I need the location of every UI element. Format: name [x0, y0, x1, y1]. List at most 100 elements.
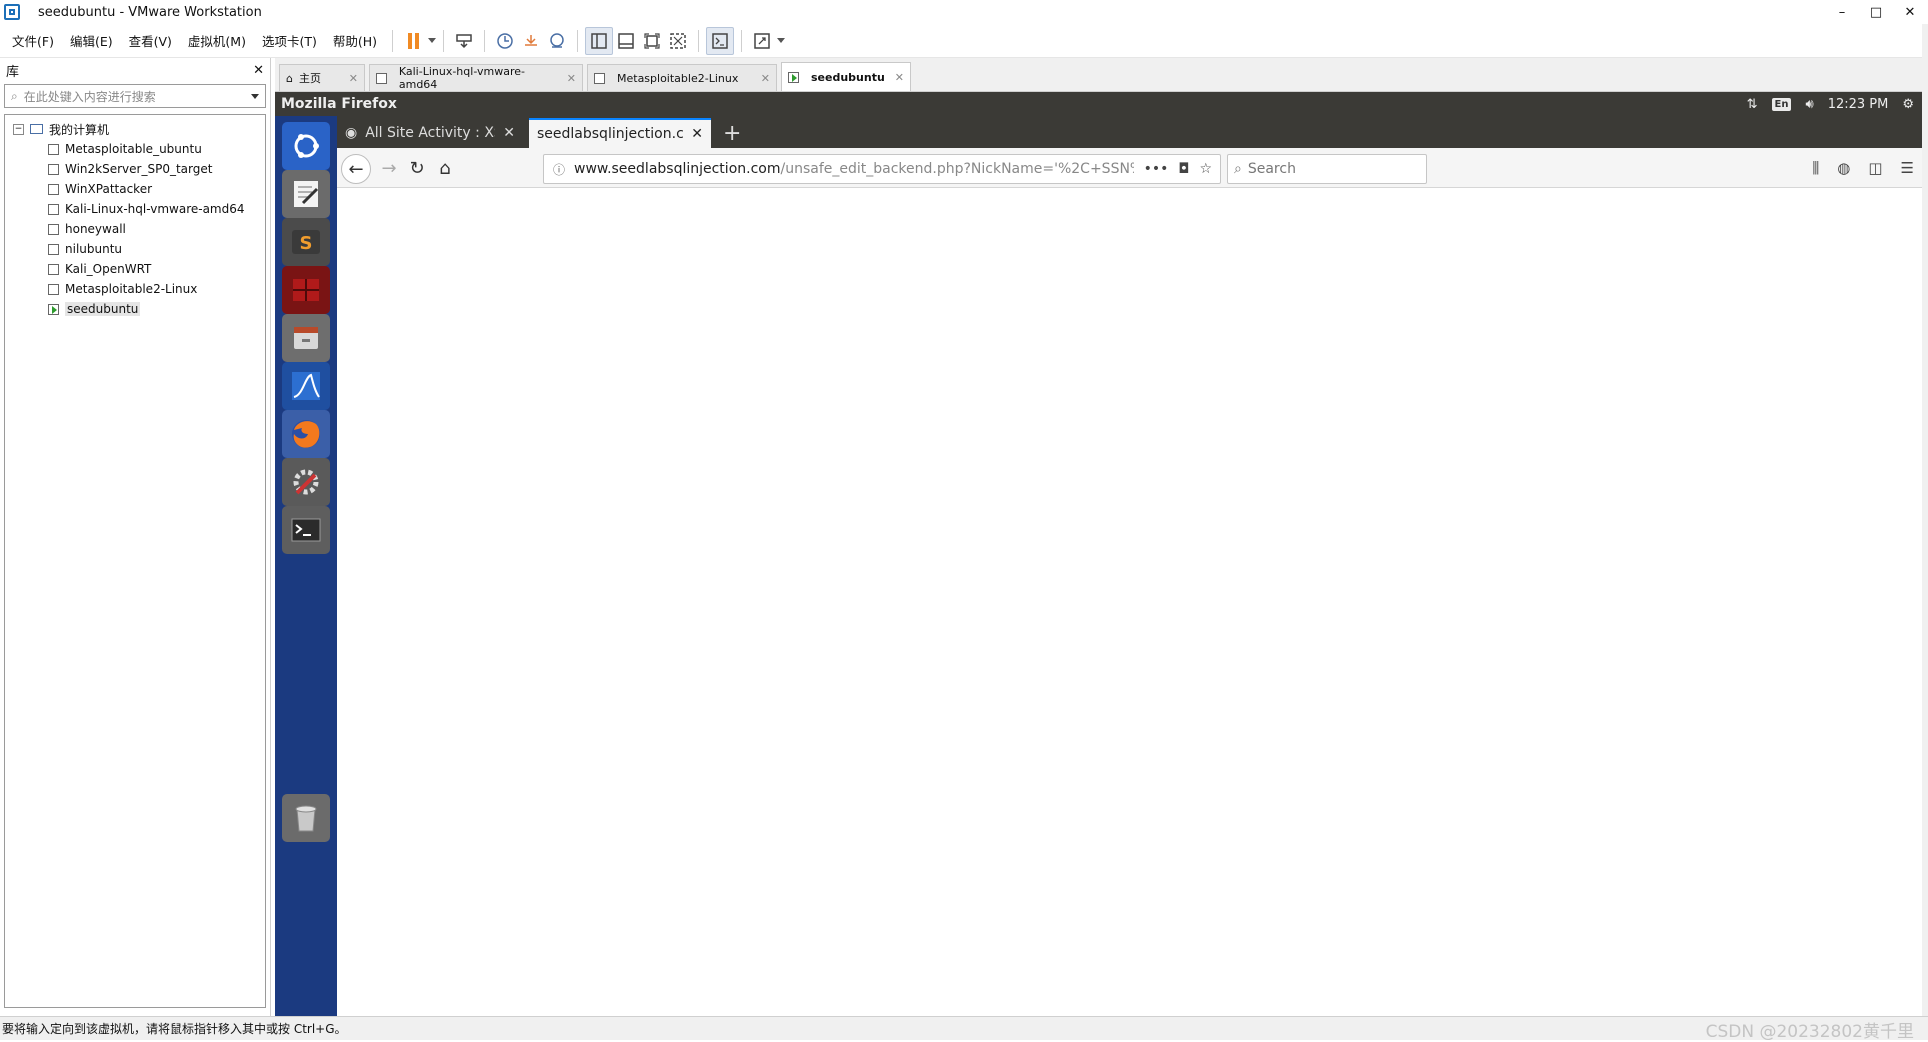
- extension-icon[interactable]: ◍: [1837, 159, 1850, 177]
- terminator-launcher[interactable]: [282, 266, 330, 314]
- tree-item-win2kserver[interactable]: Win2kServer_SP0_target: [5, 159, 265, 179]
- gear-icon[interactable]: ⚙: [1902, 97, 1914, 112]
- toolbar-separator: [577, 29, 579, 52]
- vm-icon: [48, 223, 59, 235]
- volume-icon[interactable]: 🔊︎: [1805, 97, 1813, 112]
- tab-kali-linux[interactable]: Kali-Linux-hql-vmware-amd64 ✕: [369, 64, 583, 91]
- sublime-launcher[interactable]: S: [282, 218, 330, 266]
- tab-close-button[interactable]: ✕: [567, 72, 576, 85]
- menu-tabs[interactable]: 选项卡(T): [254, 31, 325, 50]
- ff-tab-xss-lab[interactable]: ◉ All Site Activity : XSS Lab ✕: [337, 118, 529, 148]
- pause-button[interactable]: [400, 28, 426, 54]
- library-close-button[interactable]: ✕: [253, 63, 264, 78]
- library-icon[interactable]: ⫼: [1812, 159, 1819, 177]
- tree-item-metasploitable-ubuntu[interactable]: Metasploitable_ubuntu: [5, 139, 265, 159]
- url-bar[interactable]: ⓘ www.seedlabsqlinjection.com/unsafe_edi…: [543, 154, 1221, 184]
- wireshark-launcher[interactable]: [282, 362, 330, 410]
- menu-view[interactable]: 查看(V): [121, 31, 180, 50]
- tree-item-winxpattacker[interactable]: WinXPattacker: [5, 179, 265, 199]
- stretch-guest-button[interactable]: [749, 28, 775, 54]
- show-thumbnail-bar-button[interactable]: [613, 28, 639, 54]
- search-icon: ⌕: [11, 88, 18, 103]
- menu-file[interactable]: 文件(F): [4, 31, 62, 50]
- ubuntu-top-panel: Mozilla Firefox ⇅ En 🔊︎ 12:23 PM ⚙: [275, 92, 1922, 116]
- close-window-button[interactable]: ✕: [1902, 5, 1918, 20]
- tab-close-button[interactable]: ✕: [895, 71, 904, 84]
- new-tab-button[interactable]: +: [711, 118, 753, 148]
- snapshot-button[interactable]: [492, 28, 518, 54]
- unity-mode-button[interactable]: [665, 28, 691, 54]
- tab-close-button[interactable]: ✕: [761, 72, 770, 85]
- menu-edit[interactable]: 编辑(E): [62, 31, 121, 50]
- stretch-dropdown-icon[interactable]: [777, 38, 786, 43]
- hamburger-menu-icon[interactable]: ☰: [1901, 159, 1914, 177]
- minimize-button[interactable]: –: [1834, 5, 1850, 20]
- tree-item-label: Kali-Linux-hql-vmware-amd64: [65, 202, 245, 216]
- revert-snapshot-button[interactable]: [518, 28, 544, 54]
- sidebar-icon[interactable]: ◫: [1868, 159, 1882, 177]
- tab-close-button[interactable]: ✕: [349, 72, 358, 85]
- svg-text:S: S: [300, 233, 313, 254]
- tree-item-nilubuntu[interactable]: nilubuntu: [5, 239, 265, 259]
- files-launcher[interactable]: [282, 314, 330, 362]
- tree-item-seedubuntu[interactable]: seedubuntu: [5, 299, 265, 319]
- full-screen-button[interactable]: [639, 28, 665, 54]
- forward-button[interactable]: →: [375, 154, 403, 182]
- firefox-launcher[interactable]: [282, 410, 330, 458]
- network-icon[interactable]: ⇅: [1747, 97, 1758, 112]
- tree-item-honeywall[interactable]: honeywall: [5, 219, 265, 239]
- keyboard-layout-indicator[interactable]: En: [1771, 97, 1792, 111]
- vm-icon: [48, 143, 59, 155]
- terminal-icon: [712, 32, 728, 49]
- library-search-input[interactable]: ⌕ 在此处键入内容进行搜索: [4, 84, 266, 108]
- tab-seedubuntu[interactable]: seedubuntu ✕: [781, 62, 911, 91]
- vm-icon: [48, 183, 59, 195]
- ff-tab-close-button[interactable]: ✕: [691, 126, 703, 142]
- chevron-down-icon[interactable]: [251, 93, 259, 99]
- vm-icon: [594, 72, 605, 84]
- ff-tab-close-button[interactable]: ✕: [503, 125, 515, 141]
- page-content[interactable]: [337, 188, 1922, 1016]
- snapshot-manager-button[interactable]: [544, 28, 570, 54]
- tab-metasploitable2[interactable]: Metasploitable2-Linux ✕: [587, 64, 777, 91]
- info-icon[interactable]: ⓘ: [548, 161, 570, 178]
- tree-item-kali-linux[interactable]: Kali-Linux-hql-vmware-amd64: [5, 199, 265, 219]
- window-titlebar: seedubuntu - VMware Workstation – □ ✕: [0, 0, 1928, 24]
- ubuntu-logo-icon: [294, 134, 319, 158]
- tree-item-metasploitable2[interactable]: Metasploitable2-Linux: [5, 279, 265, 299]
- home-button[interactable]: ⌂: [431, 154, 459, 182]
- guest-screen[interactable]: Mozilla Firefox ⇅ En 🔊︎ 12:23 PM ⚙ S ◉ A…: [275, 92, 1922, 1016]
- file-cabinet-icon: [294, 327, 318, 349]
- tab-favicon-icon: ◉: [345, 125, 358, 141]
- watermark: CSDN @20232802黄千里: [1705, 1021, 1914, 1042]
- bookmark-star-icon[interactable]: ☆: [1199, 161, 1212, 177]
- console-view-button[interactable]: [706, 26, 735, 55]
- terminal-launcher[interactable]: [282, 506, 330, 554]
- tree-item-kali-openwrt[interactable]: Kali_OpenWRT: [5, 259, 265, 279]
- dash-home-launcher[interactable]: [282, 122, 330, 170]
- tab-label: seedubuntu: [811, 70, 885, 84]
- text-editor-launcher[interactable]: [282, 170, 330, 218]
- active-window-title: Mozilla Firefox: [281, 96, 397, 112]
- maximize-button[interactable]: □: [1868, 5, 1884, 20]
- menu-vm[interactable]: 虚拟机(M): [180, 31, 254, 50]
- show-library-button[interactable]: [585, 26, 614, 55]
- pause-dropdown-icon[interactable]: [428, 38, 437, 43]
- reload-button[interactable]: ↻: [403, 154, 431, 182]
- ff-tab-sqlinjection[interactable]: seedlabsqlinjection.com/u ✕: [529, 118, 711, 148]
- unity-launcher: S: [275, 116, 337, 1016]
- collapse-icon[interactable]: −: [13, 123, 24, 135]
- send-ctrl-alt-del-button[interactable]: [451, 28, 477, 54]
- search-bar[interactable]: ⌕ Search: [1227, 154, 1427, 184]
- vm-tab-bar: ⌂ 主页 ✕ Kali-Linux-hql-vmware-amd64 ✕ Met…: [275, 58, 1928, 92]
- system-settings-launcher[interactable]: [282, 458, 330, 506]
- clock[interactable]: 12:23 PM: [1828, 97, 1889, 112]
- back-button[interactable]: ←: [341, 154, 371, 184]
- menu-help[interactable]: 帮助(H): [325, 31, 385, 50]
- stretch-icon: [754, 32, 770, 49]
- tree-root-my-computer[interactable]: − 我的计算机: [5, 119, 265, 139]
- trash-launcher[interactable]: [282, 794, 330, 842]
- tab-home[interactable]: ⌂ 主页 ✕: [279, 64, 365, 91]
- pocket-icon[interactable]: ◘: [1178, 161, 1189, 177]
- more-actions-button[interactable]: •••: [1144, 161, 1169, 177]
